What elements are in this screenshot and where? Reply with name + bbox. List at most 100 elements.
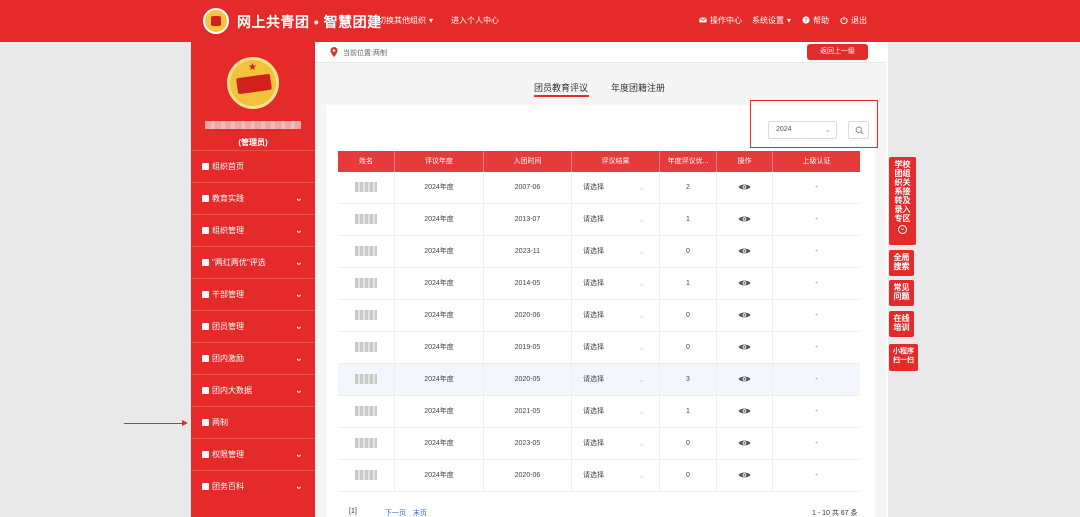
cell-annual-excellent: 0: [660, 428, 717, 460]
float-school-transfer[interactable]: 学校团组织关系接转及录入专区 ⌄: [889, 157, 916, 245]
cell-upper-cert: -: [815, 312, 818, 319]
chevron-down-icon: ⌄: [294, 193, 303, 204]
cell-upper-cert: -: [815, 184, 818, 191]
view-button[interactable]: [717, 236, 773, 268]
view-button[interactable]: [717, 460, 773, 492]
view-button[interactable]: [717, 364, 773, 396]
cell-eval-year: 2024年度: [395, 204, 484, 236]
personal-center-link[interactable]: 进入个人中心: [451, 15, 499, 26]
name-redacted: [355, 470, 377, 481]
cell-upper-cert: -: [815, 376, 818, 383]
view-button[interactable]: [717, 396, 773, 428]
star-icon: ★: [248, 62, 257, 73]
cell-join-date: 2014-05: [484, 268, 572, 300]
cell-annual-excellent: 1: [660, 396, 717, 428]
annotation-arrow: [124, 420, 188, 426]
eval-result-select[interactable]: 请选择 ⌄: [572, 428, 660, 460]
cell-name: [338, 428, 395, 460]
cell-eval-year: 2024年度: [395, 332, 484, 364]
system-settings-link[interactable]: 系统设置 ▾: [752, 15, 791, 26]
year-select-value: 2024: [776, 126, 792, 133]
cell-name: [338, 364, 395, 396]
sidebar-item-two-systems[interactable]: 两制: [191, 406, 315, 438]
sidebar-item-education[interactable]: 教育实践 ⌄: [191, 182, 315, 214]
float-online-training[interactable]: 在线培训: [889, 311, 914, 337]
eval-result-select[interactable]: 请选择 ⌄: [572, 364, 660, 396]
ops-center-label: 操作中心: [710, 16, 742, 25]
eval-result-select[interactable]: 请选择 ⌄: [572, 268, 660, 300]
search-button[interactable]: [848, 121, 869, 139]
sidebar-item-big-data[interactable]: 团内大数据 ⌄: [191, 374, 315, 406]
eval-result-select[interactable]: 请选择 ⌄: [572, 300, 660, 332]
eval-result-select[interactable]: 请选择 ⌄: [572, 460, 660, 492]
eval-result-select[interactable]: 请选择 ⌄: [572, 236, 660, 268]
sidebar-item-encyclopedia[interactable]: 团务百科 ⌄: [191, 470, 315, 502]
home-icon: [202, 163, 209, 170]
float-school-transfer-label: 学校团组织关系接转及录入专区: [894, 160, 911, 223]
group-icon: [202, 195, 209, 202]
main-panel: 当前位置:两制 返回上一级 团员教育评议 年度团籍注册 2024 ⌄ 姓名 评议…: [315, 42, 886, 517]
cell-join-date: 2020-06: [484, 300, 572, 332]
view-button[interactable]: [717, 268, 773, 300]
eval-result-select[interactable]: 请选择 ⌄: [572, 332, 660, 364]
sidebar-item-label: 组织首页: [212, 162, 244, 171]
logout-link[interactable]: 退出: [840, 15, 867, 26]
chevron-down-icon: ⌄: [294, 353, 303, 364]
table-row: 2024年度 2019-05 请选择 ⌄ 0 -: [338, 332, 860, 364]
eval-result-select[interactable]: 请选择 ⌄: [572, 396, 660, 428]
view-button[interactable]: [717, 332, 773, 364]
sidebar-item-incentives[interactable]: 团内激励 ⌄: [191, 342, 315, 374]
cell-join-date: 2019-05: [484, 332, 572, 364]
chevron-down-icon: ⌄: [638, 439, 645, 448]
profile-block: ★ (管理员): [191, 42, 315, 152]
tab-annual-registration[interactable]: 年度团籍注册: [611, 81, 665, 94]
cell-name: [338, 396, 395, 428]
eval-result-select[interactable]: 请选择 ⌄: [572, 204, 660, 236]
pagination-summary: 1 - 10 共 67 条: [812, 510, 858, 517]
cell-upper-cert: -: [815, 472, 818, 479]
sidebar-item-org-home[interactable]: 组织首页: [191, 150, 315, 182]
view-button[interactable]: [717, 204, 773, 236]
view-button[interactable]: [717, 300, 773, 332]
float-faq[interactable]: 常见问题: [889, 280, 914, 306]
chevron-down-icon: ⌄: [294, 321, 303, 332]
cell-annual-excellent: 1: [660, 268, 717, 300]
cell-eval-year: 2024年度: [395, 236, 484, 268]
cell-join-date: 2023-05: [484, 428, 572, 460]
cell-upper-cert: -: [815, 280, 818, 287]
group-icon: [202, 323, 209, 330]
float-mini-program[interactable]: 小程序扫一扫: [889, 344, 918, 371]
chevron-down-icon: ⌄: [638, 375, 645, 384]
folder-icon: [202, 387, 209, 394]
sidebar-item-org-management[interactable]: 组织管理 ⌄: [191, 214, 315, 246]
cell-name: [338, 268, 395, 300]
back-button[interactable]: 返回上一级: [807, 44, 868, 60]
sidebar-item-label: 权限管理: [212, 450, 244, 459]
cell-name: [338, 204, 395, 236]
sidebar-item-member-management[interactable]: 团员管理 ⌄: [191, 310, 315, 342]
chevron-down-icon: ⌄: [638, 407, 645, 416]
cell-upper-cert: -: [815, 440, 818, 447]
ops-center-link[interactable]: 操作中心: [699, 15, 742, 26]
eval-result-placeholder: 请选择: [583, 248, 604, 255]
float-global-search[interactable]: 全局搜索: [889, 250, 914, 276]
eye-icon: [738, 216, 751, 222]
col-header-eval-result: 评议结果: [572, 151, 660, 172]
chevron-down-icon: ▾: [787, 16, 792, 25]
cell-annual-excellent: 0: [660, 332, 717, 364]
sidebar-item-permissions[interactable]: 权限管理 ⌄: [191, 438, 315, 470]
next-page-link[interactable]: 下一页: [385, 508, 406, 517]
view-button[interactable]: [717, 172, 773, 204]
help-link[interactable]: ? 帮助: [802, 15, 829, 26]
tab-member-evaluation[interactable]: 团员教育评议: [534, 81, 588, 94]
sidebar-item-award-selection[interactable]: "两红两优"评选 ⌄: [191, 246, 315, 278]
league-logo-icon: [203, 8, 229, 34]
view-button[interactable]: [717, 428, 773, 460]
sidebar-item-cadre-management[interactable]: 干部管理 ⌄: [191, 278, 315, 310]
page-current[interactable]: [1]: [349, 508, 357, 515]
eval-result-select[interactable]: 请选择 ⌄: [572, 172, 660, 204]
year-select[interactable]: 2024 ⌄: [768, 121, 837, 139]
last-page-link[interactable]: 末页: [413, 508, 427, 517]
col-header-upper-cert: 上级认证: [802, 158, 831, 165]
switch-org-link[interactable]: 切换其他组织 ▾: [378, 15, 433, 26]
